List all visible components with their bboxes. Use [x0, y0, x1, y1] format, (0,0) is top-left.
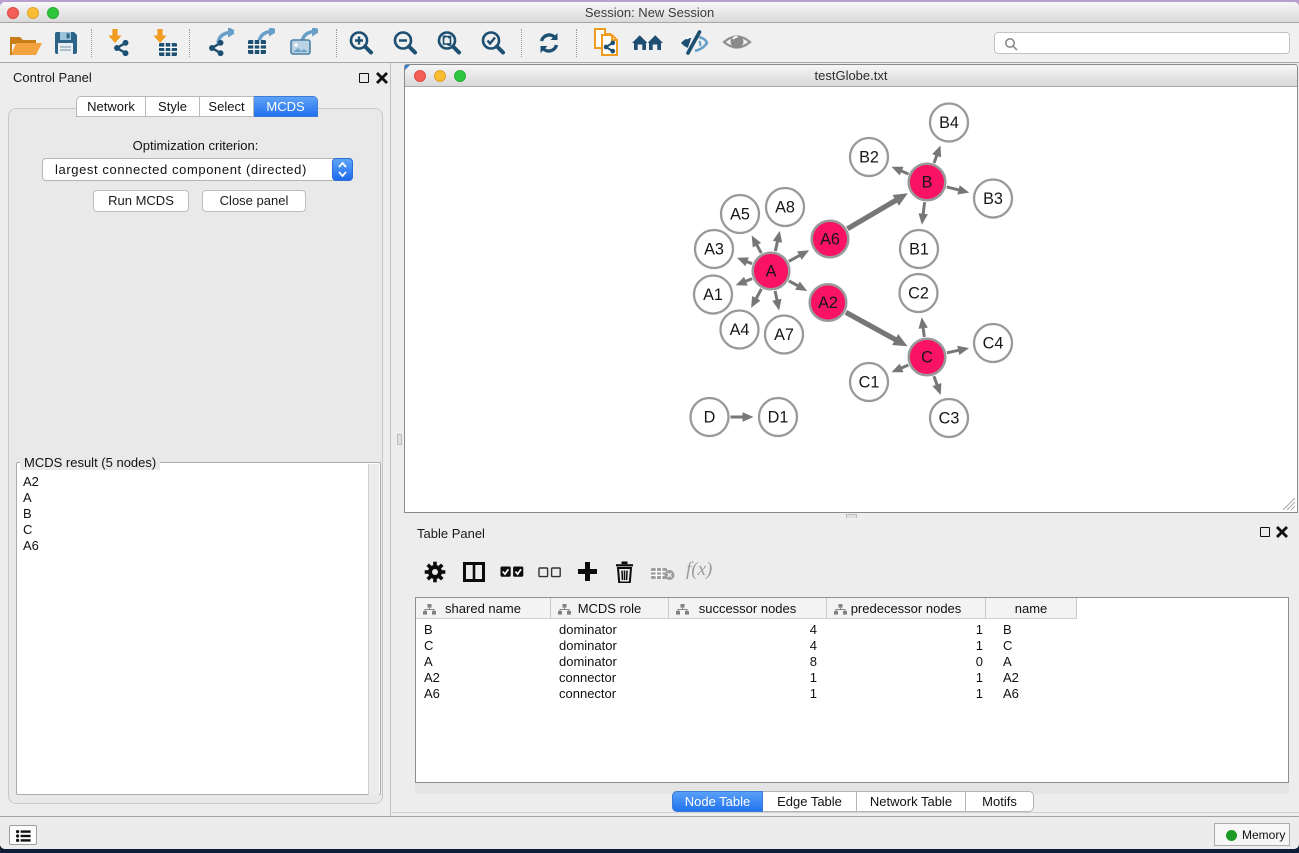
svg-text:D: D [704, 409, 716, 427]
svg-text:B1: B1 [909, 241, 929, 259]
svg-text:C2: C2 [908, 285, 929, 303]
svg-text:A6: A6 [820, 231, 840, 249]
svg-text:D1: D1 [768, 409, 789, 427]
svg-text:C3: C3 [939, 410, 960, 428]
svg-text:C4: C4 [983, 335, 1004, 353]
svg-text:A1: A1 [703, 286, 723, 304]
svg-text:A8: A8 [775, 199, 795, 217]
svg-text:A4: A4 [730, 321, 750, 339]
svg-text:A: A [766, 263, 777, 281]
svg-text:C: C [921, 349, 933, 367]
svg-text:A5: A5 [730, 206, 750, 224]
svg-text:B3: B3 [983, 190, 1003, 208]
svg-text:C1: C1 [859, 374, 880, 392]
svg-text:B4: B4 [939, 114, 959, 132]
svg-text:A3: A3 [704, 241, 724, 259]
svg-text:A7: A7 [774, 326, 794, 344]
svg-text:B: B [922, 174, 933, 192]
svg-text:A2: A2 [818, 294, 838, 312]
svg-text:B2: B2 [859, 149, 879, 167]
